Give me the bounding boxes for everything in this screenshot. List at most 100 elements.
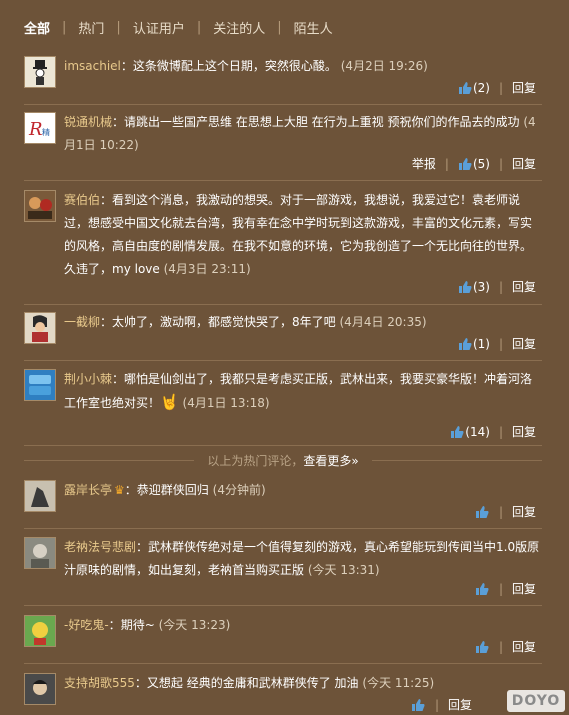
- tab-hot[interactable]: 热门: [78, 18, 104, 37]
- avatar[interactable]: [24, 615, 56, 647]
- action-separator: |: [498, 504, 503, 519]
- comment-item: R精 锐通机械：请跳出一些国产思维 在思想上大胆 在行为上重视 预祝你们的作品去…: [24, 112, 542, 181]
- user-avatar-icon: [25, 481, 55, 511]
- svg-text:R: R: [28, 119, 43, 140]
- user-avatar-icon: [25, 313, 55, 343]
- tab-all[interactable]: 全部: [24, 18, 50, 37]
- comment-item: imsachiel：这条微博配上这个日期，突然很心酸。 (4月2日 19:26)…: [24, 56, 542, 105]
- avatar[interactable]: [24, 537, 56, 569]
- reply-button[interactable]: 回复: [512, 503, 536, 520]
- thumbs-up-icon: [458, 157, 472, 170]
- comment-body: 请跳出一些国产思维 在思想上大胆 在行为上重视 预祝你们的作品去的成功: [124, 115, 520, 129]
- filter-tabs: 全部 | 热门 | 认证用户 | 关注的人 | 陌生人: [24, 18, 333, 37]
- rock-hand-emoticon-icon: 🤘: [160, 393, 179, 411]
- tab-separator: |: [62, 20, 67, 35]
- comment-text: 赛伯伯：看到这个消息，我激动的想哭。对于一部游戏，我想说，我爱过它！袁老师说过，…: [64, 193, 533, 276]
- comment-text: 一截柳：太帅了，激动啊，都感觉快哭了，8年了吧 (4月4日 20:35): [64, 315, 427, 329]
- reply-button[interactable]: 回复: [512, 79, 536, 96]
- comment-body: 看到这个消息，我激动的想哭。对于一部游戏，我想说，我爱过它！袁老师说过，想感受中…: [64, 193, 533, 276]
- comment-actions: | 回复: [411, 696, 472, 713]
- comment-actions: | 回复: [475, 580, 536, 597]
- comment-time: (今天 13:31): [307, 563, 380, 577]
- tab-strangers[interactable]: 陌生人: [294, 18, 333, 37]
- like-button[interactable]: [475, 582, 490, 596]
- comment-text: -好吃鬼-：期待~ (今天 13:23): [64, 618, 231, 632]
- avatar[interactable]: [24, 190, 56, 222]
- comment-time: (4月2日 19:26): [340, 59, 428, 73]
- avatar[interactable]: [24, 673, 56, 705]
- action-separator: |: [498, 336, 503, 351]
- username-link[interactable]: 赛伯伯: [64, 193, 100, 207]
- action-separator: |: [434, 697, 439, 712]
- user-avatar-icon: [25, 616, 55, 646]
- like-count: (2): [472, 80, 490, 95]
- username-link[interactable]: 老衲法号悲剧: [64, 540, 136, 554]
- thumbs-up-icon: [475, 582, 489, 595]
- tab-verified-users[interactable]: 认证用户: [133, 18, 185, 37]
- reply-button[interactable]: 回复: [448, 696, 472, 713]
- avatar[interactable]: R精: [24, 112, 56, 144]
- like-button[interactable]: (3): [458, 280, 490, 294]
- like-button[interactable]: (1): [458, 337, 490, 351]
- comment-time: (4分钟前): [212, 483, 266, 497]
- like-button[interactable]: (14): [450, 425, 490, 439]
- like-button[interactable]: [411, 698, 426, 712]
- username-link[interactable]: imsachiel: [64, 59, 121, 73]
- like-button[interactable]: [475, 505, 490, 519]
- reply-button[interactable]: 回复: [512, 580, 536, 597]
- thumbs-up-icon: [458, 280, 472, 293]
- like-count: (3): [472, 279, 490, 294]
- comment-time: (4月4日 20:35): [339, 315, 427, 329]
- divider-line: [372, 460, 542, 461]
- like-button[interactable]: (2): [458, 81, 490, 95]
- thumbs-up-icon: [411, 698, 425, 711]
- action-separator: |: [498, 424, 503, 439]
- reply-button[interactable]: 回复: [512, 335, 536, 352]
- reply-button[interactable]: 回复: [512, 638, 536, 655]
- comment-item: 老衲法号悲剧：武林群侠传绝对是一个值得复刻的游戏，真心希望能玩到传闻当中1.0版…: [24, 537, 542, 606]
- like-button[interactable]: (5): [458, 157, 490, 171]
- username-link[interactable]: 荆小小棘: [64, 372, 112, 386]
- user-avatar-icon: [25, 57, 55, 87]
- avatar[interactable]: [24, 312, 56, 344]
- avatar[interactable]: [24, 369, 56, 401]
- vip-crown-icon: ♛: [114, 483, 125, 497]
- reply-button[interactable]: 回复: [512, 278, 536, 295]
- action-separator: |: [498, 80, 503, 95]
- like-button[interactable]: [475, 640, 490, 654]
- username-link[interactable]: 一截柳: [64, 315, 100, 329]
- reply-button[interactable]: 回复: [512, 423, 536, 440]
- user-avatar-icon: [25, 370, 55, 400]
- comment-actions: (1) | 回复: [458, 335, 536, 352]
- comment-text: imsachiel：这条微博配上这个日期，突然很心酸。 (4月2日 19:26): [64, 59, 428, 73]
- divider-line: [24, 460, 194, 461]
- comment-actions: | 回复: [475, 503, 536, 520]
- comment-item: -好吃鬼-：期待~ (今天 13:23) | 回复: [24, 615, 542, 664]
- avatar[interactable]: [24, 480, 56, 512]
- action-separator: |: [498, 639, 503, 654]
- comment-text: 支持胡歌555：又想起 经典的金庸和武林群侠传了 加油 (今天 11:25): [64, 676, 435, 690]
- comment-item: 荆小小棘：哪怕是仙剑出了，我都只是考虑买正版，武林出来，我要买豪华版！冲着河洛工…: [24, 369, 542, 446]
- thumbs-up-icon: [451, 425, 464, 438]
- comment-item: 赛伯伯：看到这个消息，我激动的想哭。对于一部游戏，我想说，我爱过它！袁老师说过，…: [24, 190, 542, 305]
- username-link[interactable]: -好吃鬼-: [64, 618, 109, 632]
- tab-following[interactable]: 关注的人: [213, 18, 265, 37]
- view-more-link[interactable]: 查看更多»: [303, 454, 358, 468]
- comment-body: 哪怕是仙剑出了，我都只是考虑买正版，武林出来，我要买豪华版！冲着河洛工作室也绝对…: [64, 372, 533, 410]
- action-separator: |: [498, 156, 503, 171]
- report-button[interactable]: 举报: [412, 155, 436, 172]
- like-count: (1): [472, 336, 490, 351]
- tab-separator: |: [116, 20, 121, 35]
- comment-body: 太帅了，激动啊，都感觉快哭了，8年了吧: [112, 315, 336, 329]
- username-link[interactable]: 支持胡歌555: [64, 676, 135, 690]
- comment-actions: (2) | 回复: [458, 79, 536, 96]
- reply-button[interactable]: 回复: [512, 155, 536, 172]
- comment-actions: 举报 | (5) | 回复: [412, 155, 536, 172]
- comment-time: (4月3日 23:11): [163, 262, 251, 276]
- avatar[interactable]: [24, 56, 56, 88]
- comment-body: 这条微博配上这个日期，突然很心酸。: [132, 59, 337, 73]
- username-link[interactable]: 锐通机械: [64, 115, 112, 129]
- action-separator: |: [498, 581, 503, 596]
- username-link[interactable]: 露岸长亭: [64, 483, 112, 497]
- like-count: (14): [465, 424, 490, 439]
